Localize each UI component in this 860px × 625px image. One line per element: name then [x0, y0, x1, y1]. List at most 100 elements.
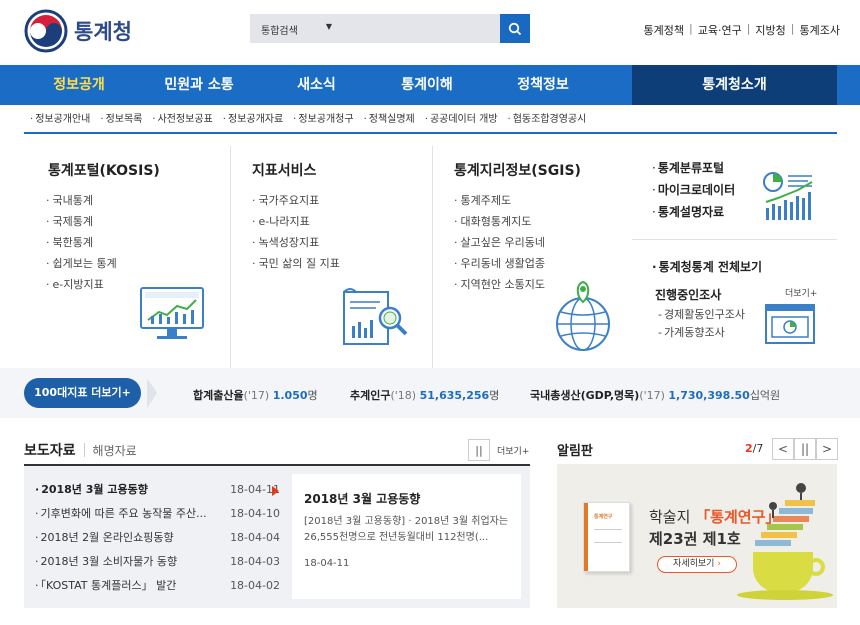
press-item-date: 18-04-10: [230, 507, 280, 520]
press-item-title: 「KOSTAT 통계플러스」 발간: [35, 574, 177, 598]
notice-page-total: /7: [752, 442, 764, 455]
quick-link-classification[interactable]: 통계분류포털: [652, 157, 735, 179]
kosis-item[interactable]: e-지방지표: [46, 274, 117, 295]
indicator-value: 1,730,398.50: [668, 389, 750, 402]
sgis-list: 통계주제도 대화형통계지도 살고싶은 우리동네 우리동네 생활업종 지역현안 소…: [454, 190, 545, 295]
indicator-value: 51,635,256: [419, 389, 490, 402]
gnb-news[interactable]: 새소식: [264, 65, 369, 105]
cover-title: 통계연구: [594, 514, 613, 520]
submenu-item[interactable]: 공공데이터 개방: [425, 110, 498, 125]
press-detail-title: 2018년 3월 고용동향: [304, 492, 421, 506]
kosis-item[interactable]: 국내통계: [46, 190, 117, 211]
saucer-illustration: [737, 590, 833, 600]
banner-text: 학술지: [649, 508, 691, 526]
press-item[interactable]: 「KOSTAT 통계플러스」 발간 18-04-02: [35, 574, 281, 598]
indicator-unit: 명: [307, 389, 318, 402]
gnb-about[interactable]: 통계청소개: [632, 65, 837, 105]
gnb-info-disclosure[interactable]: 정보공개: [24, 65, 134, 105]
toplink-policy[interactable]: 통계정책: [644, 22, 684, 38]
kosis-item[interactable]: 국제통계: [46, 211, 117, 232]
submenu-item[interactable]: 사전정보공표: [152, 110, 213, 125]
tab-press-release[interactable]: 보도자료: [24, 440, 76, 460]
press-item[interactable]: 2018년 3월 고용동향18-04-11: [35, 478, 280, 502]
press-item-date: 18-04-04: [230, 531, 280, 544]
sgis-item[interactable]: 살고싶은 우리동네: [454, 232, 545, 253]
submenu-item[interactable]: 정보공개청구: [293, 110, 353, 125]
quick-link-microdata[interactable]: 마이크로데이터: [652, 179, 735, 201]
separator: |: [689, 22, 693, 35]
chevron-right-icon: >: [821, 442, 833, 456]
submenu-item[interactable]: 정보공개안내: [30, 110, 90, 125]
press-tabs: 보도자료 해명자료: [24, 440, 137, 460]
notice-prev-button[interactable]: <: [772, 438, 794, 460]
indicator-fertility[interactable]: 합계출산율('17) 1.050명: [193, 387, 318, 403]
indicator-gdp[interactable]: 국내총생산(GDP,명목)('17) 1,730,398.50십억원: [530, 387, 780, 403]
toplink-education[interactable]: 교육·연구: [698, 22, 742, 38]
submenu-item[interactable]: 정보공개자료: [223, 110, 283, 125]
kosis-column: 통계포털(KOSIS) 국내통계 국제통계 북한통계 쉽게보는 통계 e-지방지…: [24, 134, 230, 368]
press-more-link[interactable]: 더보기+: [497, 444, 529, 457]
banner-button-label: 자세히보기: [673, 559, 715, 569]
press-item[interactable]: 2018년 3월 소비자물가 동향 18-04-03: [35, 550, 281, 574]
press-detail-card[interactable]: 2018년 3월 고용동향 [2018년 3월 고용동향] · 2018년 3월…: [292, 474, 521, 599]
indicator-label: 합계출산율: [193, 389, 244, 402]
right-panel-divider: [632, 239, 837, 240]
sgis-item[interactable]: 통계주제도: [454, 190, 545, 211]
cup-illustration: [753, 552, 813, 592]
indicator-item[interactable]: 녹색성장지표: [252, 232, 340, 253]
search-scope-select[interactable]: 통합검색 ▼: [250, 14, 340, 43]
press-item-title: 기후변화에 따른 주요 농작물 주산...: [35, 502, 207, 526]
sgis-item[interactable]: 지역현안 소통지도: [454, 274, 545, 295]
press-pause-button[interactable]: ||: [468, 439, 490, 461]
indicator-column: 지표서비스 국가주요지표 e-나라지표 녹색성장지표 국민 삶의 질 지표: [230, 134, 432, 368]
gnb-civil-service[interactable]: 민원과 소통: [144, 65, 254, 105]
ongoing-more-link[interactable]: 더보기+: [785, 286, 817, 299]
press-item-date: 18-04-02: [230, 579, 280, 592]
notice-next-button[interactable]: >: [816, 438, 838, 460]
submenu-item[interactable]: 정보목록: [100, 110, 143, 125]
submenu-item[interactable]: 협동조합경영공시: [508, 110, 587, 125]
indicator-item[interactable]: 국가주요지표: [252, 190, 340, 211]
sgis-title[interactable]: 통계지리정보(SGIS): [454, 160, 581, 180]
indicator-unit: 십억원: [749, 389, 781, 402]
quick-link-description[interactable]: 통계설명자료: [652, 201, 735, 223]
indicator-label: 추계인구: [350, 389, 391, 402]
toplink-survey[interactable]: 통계조사: [800, 22, 840, 38]
gnb-statistics-understanding[interactable]: 통계이해: [372, 65, 482, 105]
toplink-regional[interactable]: 지방청: [755, 22, 785, 38]
all-stats-link[interactable]: 통계청통계 전체보기: [652, 258, 763, 275]
indicator-title[interactable]: 지표서비스: [252, 160, 316, 180]
ongoing-survey-item[interactable]: 경제활동인구조사: [658, 306, 745, 324]
search-button[interactable]: [500, 14, 530, 43]
logo[interactable]: 통계청: [24, 9, 132, 53]
top-links: 통계정책 | 교육·연구 | 지방청 | 통계조사: [644, 22, 840, 38]
submenu-item[interactable]: 정책실명제: [364, 110, 415, 125]
main-navigation: 정보공개 민원과 소통 새소식 통계이해 정책정보 통계청소개: [0, 65, 860, 105]
press-item[interactable]: 2018년 2월 온라인쇼핑동향 18-04-04: [35, 526, 281, 550]
notice-pause-button[interactable]: ||: [794, 438, 816, 460]
indicator-population[interactable]: 추계인구('18) 51,635,256명: [350, 387, 499, 403]
indicator-year: ('17): [639, 389, 665, 402]
indicator-value: 1.050: [272, 389, 308, 402]
top100-indicators-button[interactable]: 100대지표 더보기+: [24, 378, 157, 408]
ongoing-survey-list: 경제활동인구조사 가계동향조사: [658, 306, 745, 342]
press-item-date: 18-04-03: [230, 555, 280, 568]
notice-banner[interactable]: 통계연구 학술지 「통계연구」 제23권 제1호 자세히보기 ›: [557, 464, 837, 608]
report-magnifier-icon: [343, 288, 408, 345]
search-input[interactable]: [340, 14, 500, 43]
quick-links: 통계분류포털 마이크로데이터 통계설명자료: [652, 157, 735, 223]
ongoing-survey-item[interactable]: 가계동향조사: [658, 324, 745, 342]
gnb-policy-info[interactable]: 정책정보: [488, 65, 598, 105]
sgis-item[interactable]: 우리동네 생활업종: [454, 253, 545, 274]
press-item[interactable]: 기후변화에 따른 주요 농작물 주산... 18-04-10: [35, 502, 281, 526]
search-icon: [508, 22, 522, 35]
indicator-item[interactable]: e-나라지표: [252, 211, 340, 232]
sgis-item[interactable]: 대화형통계지도: [454, 211, 545, 232]
tab-clarification[interactable]: 해명자료: [93, 442, 137, 459]
indicator-item[interactable]: 국민 삶의 질 지표: [252, 253, 340, 274]
banner-detail-button[interactable]: 자세히보기 ›: [657, 556, 737, 573]
separator: |: [790, 22, 795, 35]
kosis-item[interactable]: 쉽게보는 통계: [46, 253, 117, 274]
kosis-title[interactable]: 통계포털(KOSIS): [48, 160, 160, 180]
kosis-item[interactable]: 북한통계: [46, 232, 117, 253]
